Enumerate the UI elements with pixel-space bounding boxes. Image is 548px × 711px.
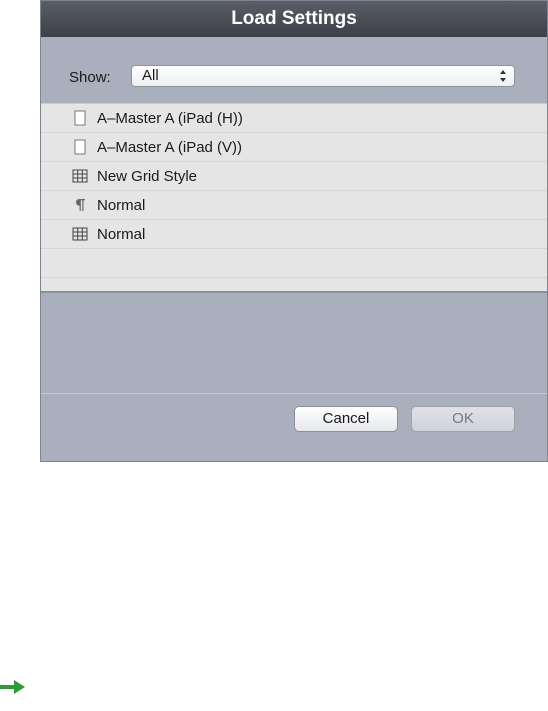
paragraph-icon	[75, 199, 85, 211]
list-item[interactable]: A–Master A (iPad (V))	[41, 133, 547, 162]
show-label: Show:	[69, 69, 111, 86]
ok-button[interactable]: OK	[411, 406, 515, 432]
list-item[interactable]: Normal	[41, 191, 547, 220]
cancel-button[interactable]: Cancel	[294, 406, 398, 432]
list-item[interactable]: Normal	[41, 220, 547, 249]
dialog-title: Load Settings	[41, 1, 547, 37]
page-icon	[74, 110, 86, 126]
show-select-value: All	[142, 67, 159, 84]
grid-icon	[72, 227, 88, 241]
list-empty-row	[41, 249, 547, 278]
grid-icon	[72, 169, 88, 183]
list-item-label: New Grid Style	[97, 168, 198, 185]
list-item-label: A–Master A (iPad (V))	[97, 139, 243, 156]
page-icon	[74, 139, 86, 155]
show-filter-row: Show: All	[69, 65, 517, 91]
list-item-label: Normal	[97, 197, 146, 214]
list-item[interactable]: New Grid Style	[41, 162, 547, 191]
show-select[interactable]: All	[131, 65, 515, 87]
load-settings-dialog: Load Settings Show: All A–Master A (iPad…	[40, 0, 548, 462]
settings-list: A–Master A (iPad (H)) A–Master A (iPad (…	[41, 103, 547, 293]
list-item[interactable]: A–Master A (iPad (H))	[41, 104, 547, 133]
arrow-right-icon	[0, 680, 25, 694]
list-item-label: Normal	[97, 226, 146, 243]
select-arrows-icon	[500, 70, 506, 82]
footer-divider	[41, 393, 547, 394]
list-item-label: A–Master A (iPad (H))	[97, 110, 243, 127]
